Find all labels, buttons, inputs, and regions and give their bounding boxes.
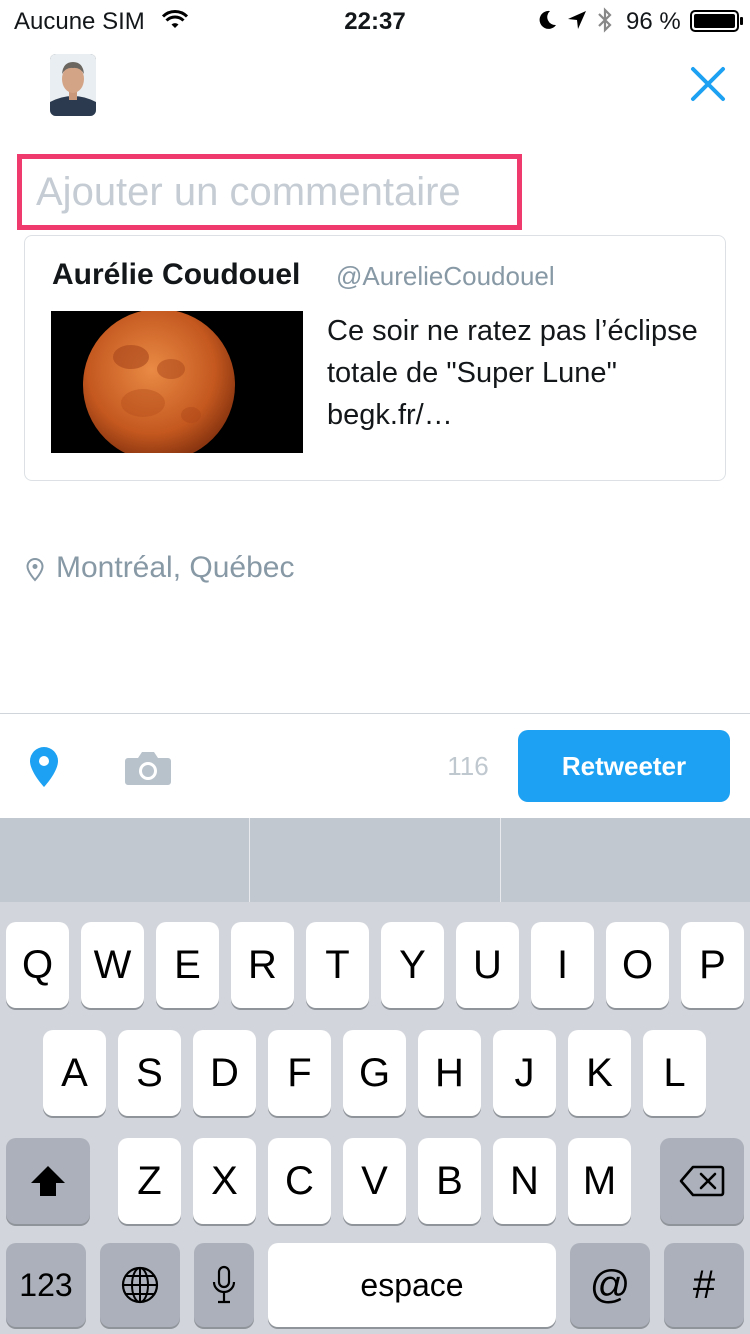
battery-percent: 96 % bbox=[626, 8, 681, 35]
hash-key[interactable]: # bbox=[664, 1243, 744, 1327]
predictive-separator bbox=[500, 818, 501, 902]
close-icon[interactable] bbox=[688, 64, 728, 104]
key-n[interactable]: N bbox=[493, 1138, 556, 1224]
key-k[interactable]: K bbox=[568, 1030, 631, 1116]
quoted-author-name: Aurélie Coudouel bbox=[52, 258, 301, 291]
toolbar-divider bbox=[0, 713, 750, 714]
location-label[interactable]: Montréal, Québec bbox=[56, 551, 294, 585]
key-r[interactable]: R bbox=[231, 922, 294, 1008]
key-l[interactable]: L bbox=[643, 1030, 706, 1116]
user-photo bbox=[50, 54, 96, 116]
geo-pin-icon[interactable] bbox=[28, 746, 60, 788]
status-bar: Aucune SIM 22:37 96 % bbox=[0, 0, 750, 40]
bluetooth-icon bbox=[598, 7, 612, 33]
key-o[interactable]: O bbox=[606, 922, 669, 1008]
retweet-button[interactable]: Retweeter bbox=[518, 730, 730, 802]
key-i[interactable]: I bbox=[531, 922, 594, 1008]
predictive-bar[interactable] bbox=[0, 818, 750, 902]
space-key[interactable]: espace bbox=[268, 1243, 556, 1327]
avatar[interactable] bbox=[50, 54, 96, 116]
key-s[interactable]: S bbox=[118, 1030, 181, 1116]
moon-icon bbox=[539, 10, 556, 29]
key-z[interactable]: Z bbox=[118, 1138, 181, 1224]
globe-icon bbox=[121, 1266, 159, 1304]
key-g[interactable]: G bbox=[343, 1030, 406, 1116]
key-m[interactable]: M bbox=[568, 1138, 631, 1224]
quoted-tweet-image bbox=[51, 311, 303, 453]
quoted-tweet-text: Ce soir ne ratez pas l’éclipse totale de… bbox=[327, 315, 698, 431]
shift-key[interactable] bbox=[6, 1138, 90, 1224]
key-p[interactable]: P bbox=[681, 922, 744, 1008]
key-v[interactable]: V bbox=[343, 1138, 406, 1224]
key-c[interactable]: C bbox=[268, 1138, 331, 1224]
shift-arrow-icon bbox=[31, 1166, 65, 1196]
key-a[interactable]: A bbox=[43, 1030, 106, 1116]
backspace-key[interactable] bbox=[660, 1138, 744, 1224]
key-b[interactable]: B bbox=[418, 1138, 481, 1224]
microphone-icon bbox=[212, 1265, 236, 1304]
key-f[interactable]: F bbox=[268, 1030, 331, 1116]
key-e[interactable]: E bbox=[156, 922, 219, 1008]
numbers-key[interactable]: 123 bbox=[6, 1243, 86, 1327]
character-counter: 116 bbox=[447, 751, 489, 781]
key-w[interactable]: W bbox=[81, 922, 144, 1008]
key-t[interactable]: T bbox=[306, 922, 369, 1008]
key-h[interactable]: H bbox=[418, 1030, 481, 1116]
comment-input[interactable] bbox=[36, 164, 516, 220]
at-key[interactable]: @ bbox=[570, 1243, 650, 1327]
key-j[interactable]: J bbox=[493, 1030, 556, 1116]
key-u[interactable]: U bbox=[456, 922, 519, 1008]
backspace-icon bbox=[679, 1165, 725, 1197]
predictive-separator bbox=[249, 818, 250, 902]
camera-icon[interactable] bbox=[124, 750, 172, 786]
key-q[interactable]: Q bbox=[6, 922, 69, 1008]
globe-key[interactable] bbox=[100, 1243, 180, 1327]
key-x[interactable]: X bbox=[193, 1138, 256, 1224]
quoted-author-handle: @AurelieCoudouel bbox=[336, 261, 555, 291]
battery-icon bbox=[690, 10, 743, 32]
key-y[interactable]: Y bbox=[381, 922, 444, 1008]
moon-image bbox=[51, 311, 303, 453]
location-pin-icon bbox=[26, 558, 44, 582]
dictation-key[interactable] bbox=[194, 1243, 254, 1327]
location-arrow-icon bbox=[568, 11, 586, 29]
key-d[interactable]: D bbox=[193, 1030, 256, 1116]
